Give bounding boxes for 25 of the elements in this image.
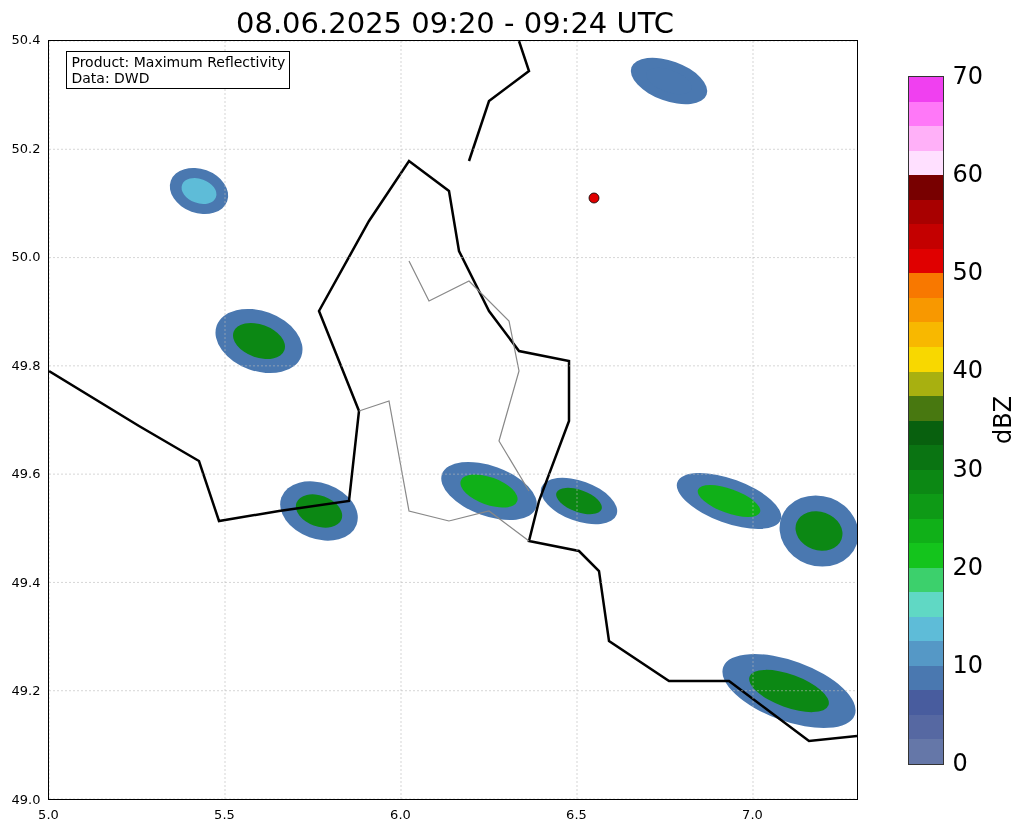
axis-tick-label: 6.0 xyxy=(390,807,411,822)
axis-tick-label: 6.5 xyxy=(566,807,587,822)
colorbar-tick-label: 30 xyxy=(952,456,983,481)
colorbar-tick-label: 20 xyxy=(952,554,983,579)
colorbar-tick-label: 60 xyxy=(952,162,983,187)
legend-text: Data: DWD xyxy=(71,70,151,86)
legend-text: Product: Maximum Reflectivity xyxy=(71,54,286,70)
colorbar-tick-label: 10 xyxy=(952,652,983,677)
axis-tick-label: 7.0 xyxy=(742,807,763,822)
colorbar-label: dBZ xyxy=(989,395,1017,444)
axis-tick-label: 50.2 xyxy=(10,141,41,156)
axis-tick-label: 49.8 xyxy=(10,358,41,373)
chart-title: 08.06.2025 09:20 - 09:24 UTC xyxy=(235,5,675,40)
axis-tick-label: 50.0 xyxy=(10,250,41,265)
axis-tick-label: 50.4 xyxy=(10,33,41,47)
axis-tick-label: 5.5 xyxy=(214,807,235,822)
colorbar-tick-label: 50 xyxy=(952,260,983,285)
colorbar-tick-label: 0 xyxy=(952,751,969,775)
colorbar-tick-label: 70 xyxy=(952,64,983,88)
axis-tick-label: 49.4 xyxy=(10,575,41,590)
axis-tick-label: 5.0 xyxy=(38,807,59,822)
axis-tick-label: 49.6 xyxy=(10,467,41,482)
axis-tick-label: 49.2 xyxy=(10,684,41,699)
axis-tick-label: 49.0 xyxy=(10,792,41,807)
colorbar-tick-label: 40 xyxy=(952,358,983,383)
